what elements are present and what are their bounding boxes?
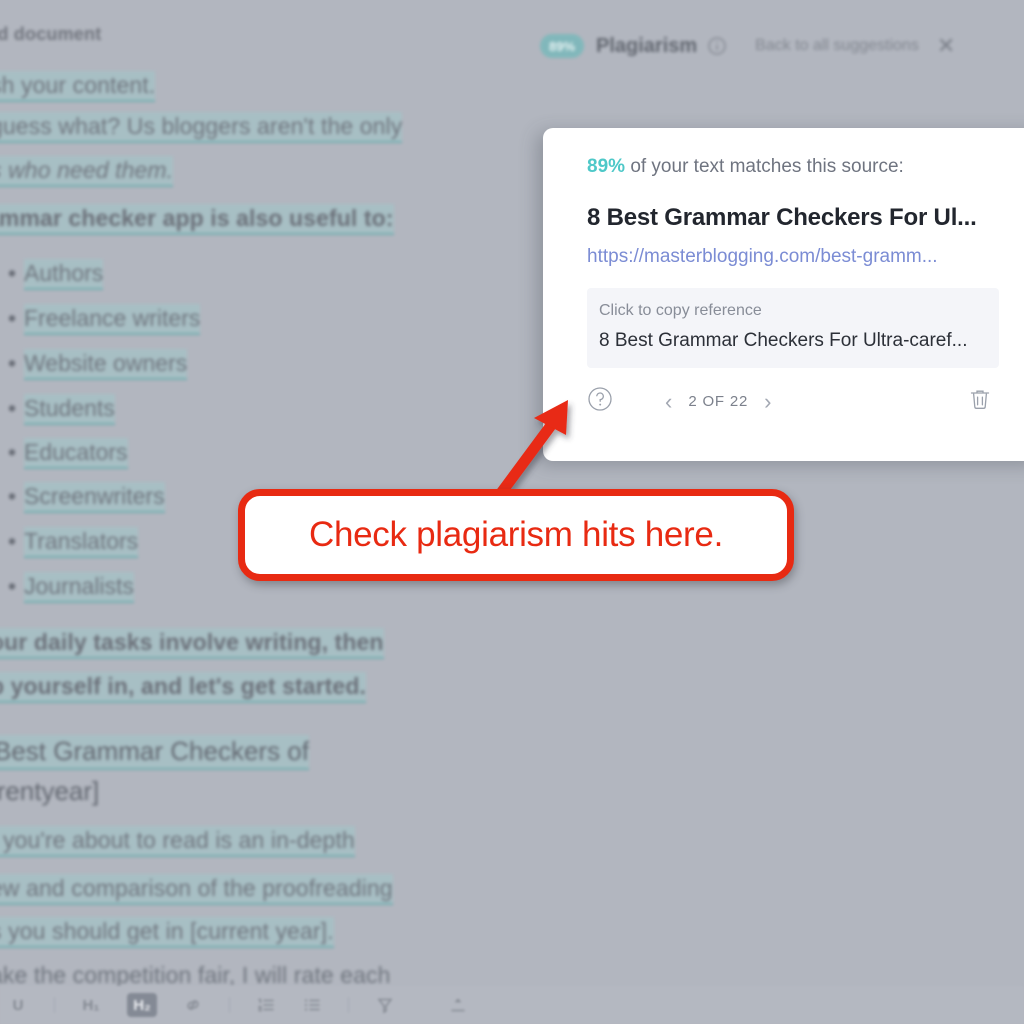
list-item: • Students (8, 394, 115, 423)
document-line-text: ammar checker app is also useful to: (0, 204, 394, 233)
app-screenshot: led document sh your content. guess what… (0, 0, 1024, 1024)
chevron-right-icon[interactable]: › (758, 390, 777, 413)
document-line: guess what? Us bloggers aren't the only (0, 112, 403, 141)
toolbar-divider (229, 997, 230, 1013)
document-line: ammar checker app is also useful to: (0, 204, 394, 233)
editor-toolbar: U H₁ H₂ (0, 986, 1024, 1024)
match-summary-suffix: of your text matches this source: (630, 156, 904, 177)
document-line: p yourself in, and let's get started. (0, 672, 366, 701)
copy-reference-hint: Click to copy reference (599, 302, 762, 319)
toolbar-bullet-list-button[interactable] (302, 993, 322, 1017)
document-line: sh your content. (0, 71, 156, 100)
toolbar-divider (348, 997, 349, 1013)
annotation-callout: Check plagiarism hits here. (238, 489, 794, 581)
document-heading-text: Best Grammar Checkers of (0, 735, 309, 768)
document-line-text: s you should get in [current year]. (0, 917, 334, 946)
plagiarism-score-badge: 89% (540, 34, 584, 58)
document-line: t you're about to read is an in-depth (0, 826, 355, 855)
document-heading: Best Grammar Checkers of (0, 735, 309, 768)
suggestion-counter: 2 OF 22 (688, 393, 749, 410)
match-summary: 89% of your text matches this source: (587, 156, 1024, 178)
document-line-text: s who need them. (0, 156, 174, 185)
list-item-label: Journalists (24, 572, 134, 601)
bullet-icon: • (8, 483, 17, 509)
list-item-label: Translators (24, 527, 139, 556)
list-item-label: Students (24, 394, 115, 423)
document-line-text: ew and comparison of the proofreading (0, 874, 393, 903)
document-line-text: ake the competition fair, I will rate ea… (0, 962, 391, 988)
back-to-all-suggestions-link[interactable]: Back to all suggestions (755, 37, 919, 55)
panel-title: Plagiarism (596, 34, 698, 57)
list-item-label: Screenwriters (24, 482, 165, 511)
list-item-label: Authors (24, 259, 104, 288)
bullet-icon: • (8, 305, 17, 331)
reference-citation-text: 8 Best Grammar Checkers For Ultra-caref.… (599, 330, 968, 351)
document-heading-text: rrentyear] (0, 776, 100, 806)
toolbar-heading-1-button[interactable]: H₁ (81, 993, 101, 1017)
plagiarism-panel-header: 89% Plagiarism Back to all suggestions ✕ (540, 22, 1024, 70)
toolbar-underline-button[interactable]: U (8, 993, 28, 1017)
bullet-icon: • (8, 528, 17, 554)
source-url-link[interactable]: https://masterblogging.com/best-gramm... (587, 246, 1024, 268)
document-line-text: t you're about to read is an in-depth (0, 826, 355, 855)
toolbar-upload-button[interactable] (448, 993, 468, 1017)
document-line-text: guess what? Us bloggers aren't the only (0, 112, 403, 141)
copy-reference-box[interactable]: Click to copy reference 8 Best Grammar C… (587, 288, 999, 368)
info-icon[interactable] (707, 36, 727, 56)
document-line: s who need them. (0, 156, 174, 185)
document-line-text: our daily tasks involve writing, then (0, 628, 384, 657)
bullet-icon: • (8, 439, 17, 465)
close-icon[interactable]: ✕ (937, 35, 955, 57)
list-item: • Screenwriters (8, 482, 165, 511)
document-title: led document (0, 24, 102, 44)
document-line: ew and comparison of the proofreading (0, 874, 393, 903)
document-line: our daily tasks involve writing, then (0, 628, 384, 657)
source-title: 8 Best Grammar Checkers For Ul... (587, 204, 977, 231)
toolbar-ordered-list-button[interactable] (256, 993, 276, 1017)
list-item-label: Website owners (24, 349, 188, 378)
list-item: • Authors (8, 259, 104, 288)
list-item: • Journalists (8, 572, 134, 601)
list-item: • Translators (8, 527, 139, 556)
document-line-text: p yourself in, and let's get started. (0, 672, 366, 701)
toolbar-divider (54, 997, 55, 1013)
document-line: s you should get in [current year]. (0, 917, 334, 946)
document-line-text: sh your content. (0, 71, 156, 100)
toolbar-link-button[interactable] (183, 993, 203, 1017)
list-item: • Website owners (8, 349, 188, 378)
toolbar-clear-format-button[interactable] (375, 993, 395, 1017)
bullet-icon: • (8, 260, 17, 286)
bullet-icon: • (8, 573, 17, 599)
match-percent: 89% (587, 156, 626, 177)
trash-icon[interactable] (967, 386, 993, 417)
bullet-icon: • (8, 350, 17, 376)
list-item: • Educators (8, 438, 128, 467)
annotation-callout-text: Check plagiarism hits here. (308, 515, 724, 554)
toolbar-heading-2-button[interactable]: H₂ (127, 993, 157, 1017)
list-item: • Freelance writers (8, 304, 201, 333)
list-item-label: Educators (24, 438, 128, 467)
document-heading: rrentyear] (0, 776, 99, 807)
chevron-left-icon[interactable]: ‹ (659, 390, 678, 413)
list-item-label: Freelance writers (24, 304, 201, 333)
suggestion-navigation: ‹ 2 OF 22 › (659, 390, 777, 413)
document-line: ake the competition fair, I will rate ea… (0, 962, 391, 989)
bullet-icon: • (8, 395, 17, 421)
card-footer: ‹ 2 OF 22 › (587, 386, 999, 417)
